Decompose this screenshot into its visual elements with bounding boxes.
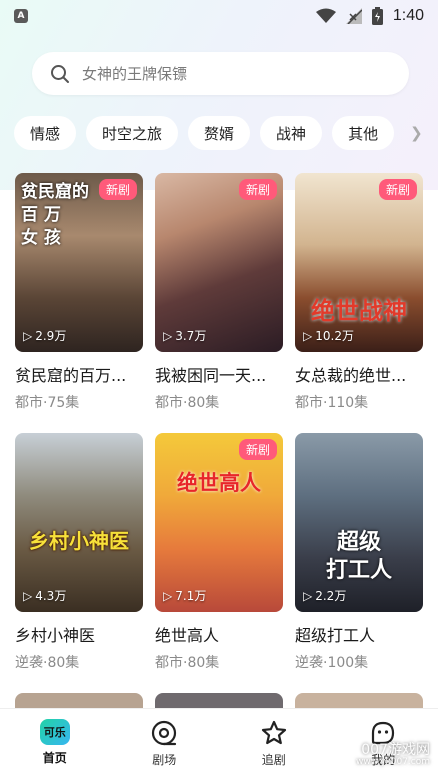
poster-title-art: 超级 打工人: [325, 529, 392, 583]
drama-card[interactable]: [15, 693, 143, 708]
drama-card[interactable]: 乡村小神医 ▷ 4.3万 乡村小神医 逆袭·80集: [15, 433, 143, 672]
play-count: ▷ 3.7万: [163, 328, 207, 344]
drama-card[interactable]: 新剧 ▷ 3.7万 我被困同一天... 都市·80集: [155, 173, 283, 412]
clock: 1:40: [392, 7, 424, 24]
drama-title: 绝世高人: [155, 626, 220, 645]
category-chip-romance[interactable]: 情感: [14, 116, 77, 150]
play-count: ▷ 10.2万: [303, 328, 354, 344]
play-count: ▷ 2.2万: [303, 588, 347, 604]
watermark: 007游戏网 www.yx007.com: [355, 741, 430, 768]
category-chip-war-god[interactable]: 战神: [260, 116, 323, 150]
tab-label: 追剧: [261, 753, 286, 767]
drama-poster[interactable]: 绝世高人 新剧 ▷ 7.1万: [155, 433, 283, 612]
search-icon: [51, 64, 69, 83]
status-bar: A 1:40: [0, 0, 438, 32]
drama-poster[interactable]: 乡村小神医 ▷ 4.3万: [15, 433, 143, 612]
drama-meta: 逆袭·100集: [295, 655, 369, 671]
play-icon: ▷: [303, 588, 313, 603]
poster-title-art: 绝世高人: [177, 470, 261, 495]
search-bar[interactable]: 女神的王牌保镖: [32, 52, 409, 95]
battery-icon: [371, 7, 383, 25]
drama-title: 贫民窟的百万...: [15, 366, 127, 385]
star-icon: [261, 720, 286, 745]
drama-meta: 逆袭·80集: [15, 655, 80, 671]
drama-card[interactable]: 超级 打工人 ▷ 2.2万 超级打工人 逆袭·100集: [295, 433, 423, 672]
play-icon: ▷: [303, 328, 313, 343]
new-badge: 新剧: [238, 179, 277, 200]
drama-poster[interactable]: [295, 693, 423, 708]
theater-icon: [152, 720, 177, 746]
tab-label: 首页: [42, 751, 67, 765]
wifi-icon: [315, 8, 336, 23]
drama-poster[interactable]: 新剧 ▷ 3.7万: [155, 173, 283, 352]
drama-title: 我被困同一天...: [155, 366, 267, 385]
drama-poster[interactable]: 超级 打工人 ▷ 2.2万: [295, 433, 423, 612]
tab-home[interactable]: 可乐 首页: [0, 709, 110, 780]
drama-meta: 都市·80集: [155, 395, 220, 411]
play-icon: ▷: [163, 328, 173, 343]
drama-card[interactable]: [295, 693, 423, 708]
drama-card[interactable]: [155, 693, 283, 708]
new-badge: 新剧: [98, 179, 137, 200]
drama-card[interactable]: 绝世高人 新剧 ▷ 7.1万 绝世高人 都市·80集: [155, 433, 283, 672]
poster-title-art: 乡村小神医: [29, 529, 129, 553]
home-logo-icon: 可乐: [39, 719, 70, 745]
new-badge: 新剧: [238, 439, 277, 460]
drama-title: 超级打工人: [295, 626, 376, 645]
play-count: ▷ 7.1万: [163, 588, 207, 604]
poster-title-art: 贫民窟的 百 万 女 孩: [21, 182, 89, 248]
play-count: ▷ 2.9万: [23, 328, 67, 344]
tab-follow[interactable]: 追剧: [219, 709, 329, 780]
new-badge: 新剧: [378, 179, 417, 200]
category-chip-time-travel[interactable]: 时空之旅: [86, 116, 179, 150]
category-chip-other[interactable]: 其他: [332, 116, 395, 150]
tab-theater[interactable]: 剧场: [110, 709, 220, 780]
category-bar: 情感 时空之旅 赘婿 战神 其他 ❯: [14, 116, 438, 150]
drama-poster[interactable]: 贫民窟的 百 万 女 孩 新剧 ▷ 2.9万: [15, 173, 143, 352]
category-more-icon[interactable]: ❯: [404, 124, 423, 142]
drama-title: 女总裁的绝世...: [295, 366, 407, 385]
play-icon: ▷: [23, 588, 33, 603]
drama-meta: 都市·110集: [295, 395, 369, 411]
signal-icon: [345, 8, 362, 24]
notification-app-icon: A: [14, 9, 28, 23]
drama-meta: 都市·75集: [15, 395, 80, 411]
poster-title-art: 绝世战神: [311, 296, 407, 325]
drama-poster[interactable]: [155, 693, 283, 708]
drama-card[interactable]: 贫民窟的 百 万 女 孩 新剧 ▷ 2.9万 贫民窟的百万... 都市·75集: [15, 173, 143, 412]
search-placeholder: 女神的王牌保镖: [82, 65, 188, 83]
play-count: ▷ 4.3万: [23, 588, 67, 604]
category-chip-son-in-law[interactable]: 赘婿: [188, 116, 251, 150]
drama-title: 乡村小神医: [15, 626, 96, 645]
drama-meta: 都市·80集: [155, 655, 220, 671]
play-icon: ▷: [163, 588, 173, 603]
play-icon: ▷: [23, 328, 33, 343]
tab-label: 剧场: [152, 753, 177, 767]
drama-card[interactable]: 绝世战神 新剧 ▷ 10.2万 女总裁的绝世... 都市·110集: [295, 173, 423, 412]
drama-poster[interactable]: [15, 693, 143, 708]
drama-poster[interactable]: 绝世战神 新剧 ▷ 10.2万: [295, 173, 423, 352]
